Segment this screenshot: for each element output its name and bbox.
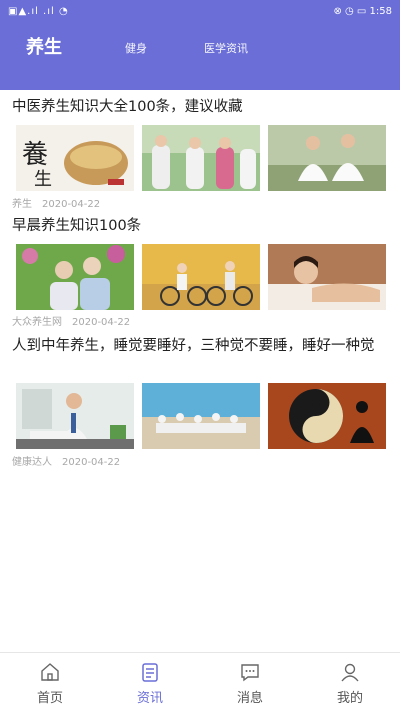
article-image[interactable]: 養 生	[16, 125, 134, 191]
status-time: ⊗ ◷ ▭ 1:58	[333, 6, 392, 17]
article-date: 2020-04-22	[72, 317, 131, 328]
nav-profile[interactable]: 我的	[300, 653, 400, 712]
nav-messages[interactable]: 消息	[200, 653, 300, 712]
article-title[interactable]: 中医养生知识大全100条，建议收藏	[12, 96, 390, 118]
article-source: 养生	[12, 199, 32, 210]
nav-profile-label: 我的	[336, 691, 363, 706]
article-image[interactable]	[268, 244, 386, 310]
svg-text:生: 生	[34, 169, 52, 190]
article-date: 2020-04-22	[62, 457, 121, 468]
status-signal: ▣▲.ıl .ıl ◔	[8, 6, 69, 17]
article-image[interactable]	[268, 125, 386, 191]
nav-messages-label: 消息	[236, 691, 263, 706]
article-item[interactable]: 早晨养生知识100条 大众养生网 2020-04-22	[0, 214, 400, 332]
article-title[interactable]: 早晨养生知识100条	[12, 215, 390, 237]
tab-fitness[interactable]: 健身	[125, 40, 147, 56]
article-date: 2020-04-22	[42, 199, 101, 210]
article-meta: 健康达人 2020-04-22	[12, 453, 120, 468]
article-meta: 大众养生网 2020-04-22	[12, 313, 130, 328]
article-item[interactable]: 中医养生知识大全100条，建议收藏 養 生 养生 2020-04-22	[0, 94, 400, 214]
news-icon	[142, 663, 158, 682]
article-item[interactable]: 人到中年养生，睡觉要睡好，三种觉不要睡，睡好一种觉 健康达人 2020-04-2…	[0, 335, 400, 470]
article-image[interactable]	[142, 244, 260, 310]
article-image[interactable]	[16, 383, 134, 449]
nav-home[interactable]: 首页	[0, 653, 100, 712]
article-image[interactable]	[142, 383, 260, 449]
article-image[interactable]	[16, 244, 134, 310]
article-thumbnails: 養 生	[16, 125, 386, 191]
profile-icon	[341, 663, 359, 682]
article-image[interactable]	[142, 125, 260, 191]
article-source: 大众养生网	[12, 317, 62, 328]
article-image[interactable]	[268, 383, 386, 449]
top-header: ▣▲.ıl .ıl ◔ ⊗ ◷ ▭ 1:58 养生 健身 医学资讯	[0, 0, 400, 90]
article-meta: 养生 2020-04-22	[12, 195, 100, 210]
status-bar: ▣▲.ıl .ıl ◔ ⊗ ◷ ▭ 1:58	[0, 0, 400, 24]
nav-news-label: 资讯	[136, 691, 163, 706]
home-icon	[41, 663, 59, 681]
nav-home-label: 首页	[36, 691, 63, 706]
tab-medical-news[interactable]: 医学资讯	[204, 40, 248, 56]
article-title[interactable]: 人到中年养生，睡觉要睡好，三种觉不要睡，睡好一种觉	[12, 335, 390, 357]
tab-yangsheng[interactable]: 养生	[26, 33, 62, 59]
bottom-nav: 首页 资讯 消息 我的	[0, 652, 400, 712]
message-icon	[241, 664, 259, 682]
article-thumbnails	[16, 383, 386, 449]
article-source: 健康达人	[12, 457, 52, 468]
nav-news[interactable]: 资讯	[100, 653, 200, 712]
article-thumbnails	[16, 244, 386, 310]
svg-text:養: 養	[22, 140, 48, 170]
